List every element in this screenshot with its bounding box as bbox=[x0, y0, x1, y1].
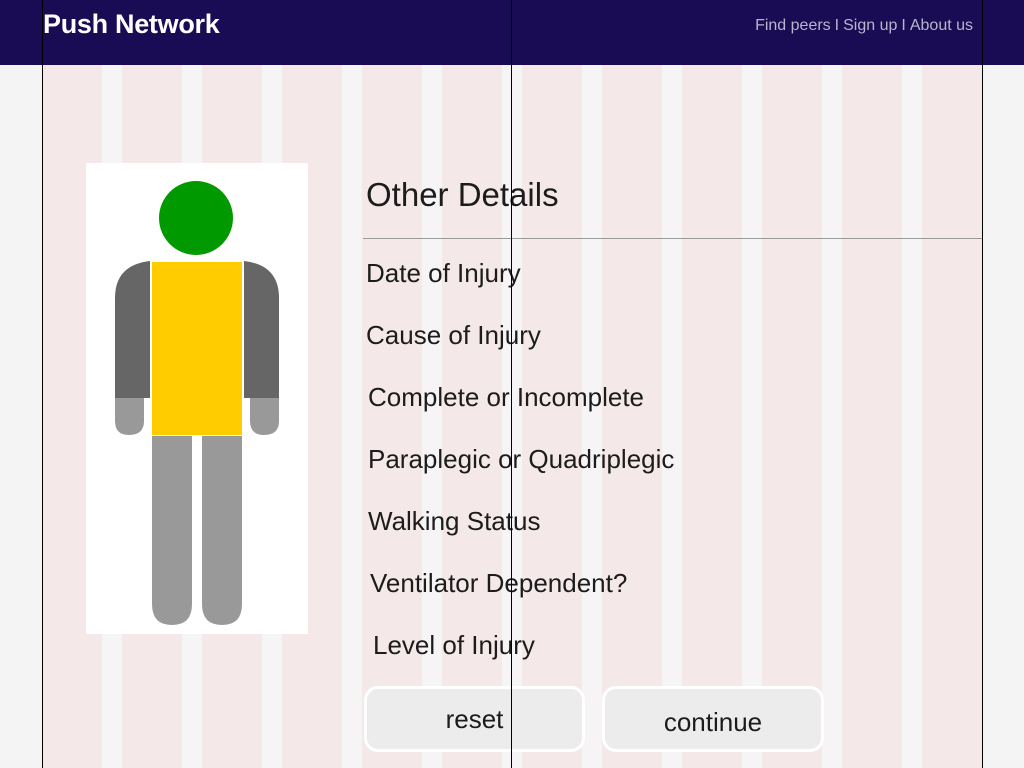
body-head[interactable] bbox=[159, 181, 233, 255]
detail-ventilator-dependent[interactable]: Ventilator Dependent? bbox=[370, 568, 627, 599]
nav-link-about-us[interactable]: About us bbox=[910, 17, 973, 35]
body-torso[interactable] bbox=[152, 262, 242, 435]
body-figure bbox=[115, 181, 279, 625]
grid-guide-line bbox=[42, 0, 43, 768]
top-nav: Find peers I Sign up I About us bbox=[755, 17, 973, 35]
body-right-hand[interactable] bbox=[250, 398, 279, 435]
grid-guide-line bbox=[982, 0, 983, 768]
top-header: Push Network Find peers I Sign up I Abou… bbox=[0, 0, 1024, 65]
body-right-leg[interactable] bbox=[202, 436, 242, 625]
continue-button[interactable]: continue bbox=[602, 686, 824, 752]
body-left-arm[interactable] bbox=[115, 261, 150, 398]
reset-button[interactable]: reset bbox=[364, 686, 585, 752]
nav-link-find-peers[interactable]: Find peers bbox=[755, 17, 831, 35]
brand-title[interactable]: Push Network bbox=[43, 9, 220, 40]
body-figure-panel bbox=[86, 163, 308, 634]
grid-guide-line bbox=[511, 0, 512, 768]
details-title: Other Details bbox=[366, 176, 559, 213]
detail-paraplegic-or-quadriplegic[interactable]: Paraplegic or Quadriplegic bbox=[368, 444, 674, 475]
nav-separator: I bbox=[901, 17, 906, 34]
detail-complete-or-incomplete[interactable]: Complete or Incomplete bbox=[368, 382, 644, 413]
body-right-arm[interactable] bbox=[244, 261, 279, 398]
detail-date-of-injury[interactable]: Date of Injury bbox=[366, 258, 521, 289]
detail-cause-of-injury[interactable]: Cause of Injury bbox=[366, 320, 541, 351]
detail-walking-status[interactable]: Walking Status bbox=[368, 506, 540, 537]
details-divider bbox=[363, 238, 983, 239]
nav-separator: I bbox=[834, 17, 840, 34]
body-left-hand[interactable] bbox=[115, 398, 144, 435]
body-left-leg[interactable] bbox=[152, 436, 192, 625]
page: Push Network Find peers I Sign up I Abou… bbox=[0, 0, 1024, 768]
nav-link-sign-up[interactable]: Sign up bbox=[843, 17, 897, 35]
